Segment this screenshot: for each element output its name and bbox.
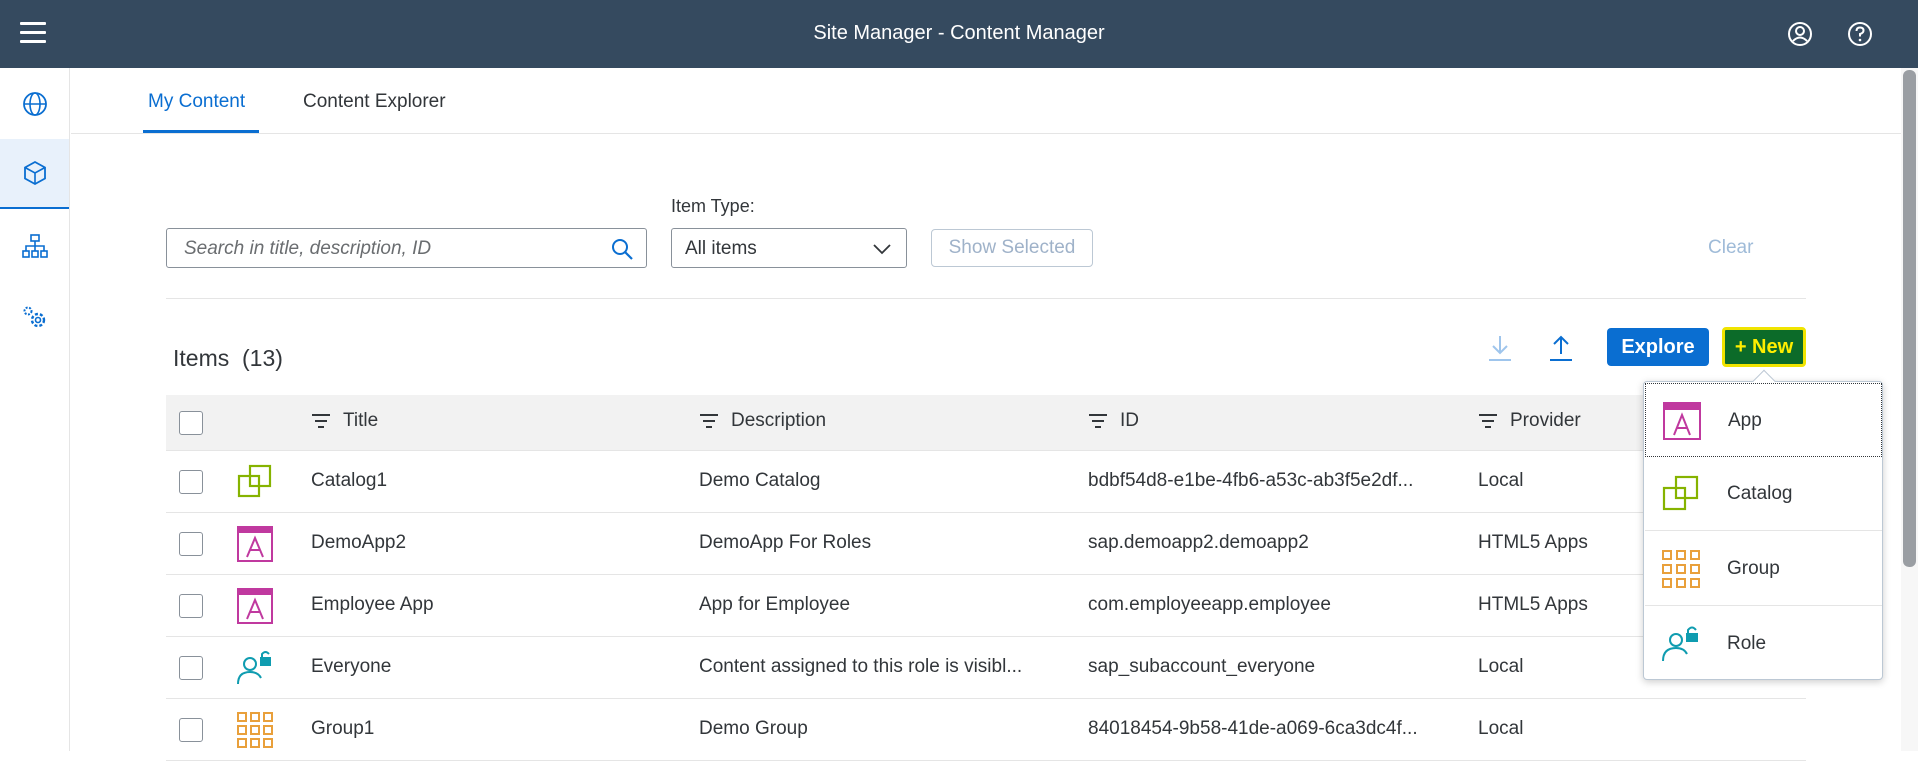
row-checkbox[interactable] [179, 470, 203, 494]
help-icon[interactable] [1846, 20, 1874, 48]
chevron-down-icon [873, 244, 891, 255]
filter-icon [1479, 414, 1497, 428]
app-title: Site Manager - Content Manager [813, 22, 1105, 44]
group-icon [237, 712, 273, 748]
column-description-label: Description [731, 410, 827, 431]
column-header-id[interactable]: ID [1088, 410, 1139, 432]
row-title: Group1 [311, 718, 375, 739]
row-checkbox[interactable] [179, 594, 203, 618]
item-type-select[interactable]: All items [671, 228, 907, 268]
side-navigation [0, 68, 70, 751]
search-icon[interactable] [610, 237, 634, 261]
show-selected-button[interactable]: Show Selected [931, 229, 1093, 267]
menu-item-app[interactable]: App [1645, 383, 1882, 457]
table-header: Title Description ID Provider [166, 395, 1806, 451]
row-description: DemoApp For Roles [699, 532, 872, 553]
select-all-checkbox[interactable] [179, 411, 203, 435]
row-description: Demo Catalog [699, 470, 821, 491]
column-header-provider[interactable]: Provider [1478, 410, 1581, 432]
user-profile-icon[interactable] [1786, 20, 1814, 48]
tab-my-content[interactable]: My Content [148, 91, 245, 113]
table-row[interactable]: Catalog1 Demo Catalog bdbf54d8-e1be-4fb6… [166, 451, 1806, 513]
search-input[interactable]: Search in title, description, ID [166, 228, 647, 268]
new-button[interactable]: + New [1722, 327, 1806, 367]
column-header-title[interactable]: Title [311, 410, 378, 432]
row-provider: HTML5 Apps [1478, 532, 1588, 553]
catalog-icon [237, 464, 272, 498]
new-item-menu: App Catalog Group Role [1643, 369, 1883, 681]
download-icon[interactable] [1487, 334, 1513, 362]
shell-bar: Site Manager - Content Manager [0, 0, 1918, 68]
items-heading: Items (13) [173, 345, 283, 372]
active-tab-indicator [143, 130, 259, 133]
menu-item-role[interactable]: Role [1645, 607, 1882, 681]
row-description: App for Employee [699, 594, 851, 615]
table-row[interactable]: Employee App App for Employee com.employ… [166, 575, 1806, 637]
row-checkbox[interactable] [179, 532, 203, 556]
row-provider: HTML5 Apps [1478, 594, 1588, 615]
column-provider-label: Provider [1510, 410, 1581, 431]
side-nav-settings[interactable] [0, 283, 69, 353]
row-title: Employee App [311, 594, 434, 615]
app-icon [237, 588, 273, 624]
items-count: (13) [242, 345, 283, 371]
catalog-icon [1662, 475, 1699, 511]
row-title: DemoApp2 [311, 532, 407, 553]
gears-icon [23, 306, 45, 328]
clear-button[interactable]: Clear [1708, 237, 1753, 259]
item-type-label: Item Type: [671, 196, 755, 216]
table-row[interactable]: Group1 Demo Group 84018454-9b58-41de-a06… [166, 699, 1806, 761]
hierarchy-icon [21, 234, 48, 258]
table-row[interactable]: DemoApp2 DemoApp For Roles sap.demoapp2.… [166, 513, 1806, 575]
row-id: sap.demoapp2.demoapp2 [1088, 532, 1309, 553]
row-id: bdbf54d8-e1be-4fb6-a53c-ab3f5e2df... [1088, 470, 1414, 491]
column-title-label: Title [343, 410, 379, 431]
row-checkbox[interactable] [179, 656, 203, 680]
side-nav-hierarchy[interactable] [0, 211, 69, 281]
tab-bar: My Content Content Explorer [71, 68, 1901, 134]
row-description: Demo Group [699, 718, 808, 739]
row-provider: Local [1478, 470, 1524, 491]
row-provider: Local [1478, 656, 1524, 677]
item-type-value: All items [685, 238, 757, 259]
column-header-description[interactable]: Description [699, 410, 826, 432]
menu-item-catalog-label: Catalog [1727, 483, 1793, 504]
globe-icon [22, 92, 47, 116]
app-icon [237, 526, 273, 562]
column-id-label: ID [1120, 410, 1139, 431]
scrollbar-thumb[interactable] [1903, 70, 1916, 567]
search-placeholder: Search in title, description, ID [184, 238, 432, 259]
side-nav-sites[interactable] [0, 69, 69, 139]
filter-icon [700, 414, 718, 428]
menu-item-catalog[interactable]: Catalog [1645, 457, 1882, 531]
table-row[interactable]: Everyone Content assigned to this role i… [166, 637, 1806, 699]
filter-divider [166, 298, 1806, 299]
app-icon [1663, 402, 1701, 440]
row-title: Catalog1 [311, 470, 388, 491]
cube-icon [23, 160, 46, 186]
menu-item-group[interactable]: Group [1645, 532, 1882, 606]
menu-item-app-label: App [1728, 410, 1762, 431]
row-provider: Local [1478, 718, 1524, 739]
role-icon [237, 651, 271, 685]
filter-icon [312, 414, 330, 428]
filter-icon [1089, 414, 1107, 428]
upload-icon[interactable] [1548, 334, 1574, 362]
explore-button[interactable]: Explore [1607, 328, 1709, 366]
row-checkbox[interactable] [179, 718, 203, 742]
menu-item-group-label: Group [1727, 558, 1780, 579]
page-scrollbar[interactable] [1901, 68, 1918, 751]
row-description: Content assigned to this role is visibl.… [699, 656, 1023, 677]
group-icon [1662, 550, 1700, 588]
side-nav-content-manager[interactable] [0, 139, 69, 209]
items-title: Items [173, 345, 230, 371]
tab-content-explorer[interactable]: Content Explorer [303, 91, 446, 113]
row-id: 84018454-9b58-41de-a069-6ca3dc4f... [1088, 718, 1418, 739]
role-icon [1662, 626, 1698, 662]
row-id: com.employeeapp.employee [1088, 594, 1331, 615]
row-title: Everyone [311, 656, 392, 677]
row-id: sap_subaccount_everyone [1088, 656, 1316, 677]
menu-item-role-label: Role [1727, 633, 1767, 654]
